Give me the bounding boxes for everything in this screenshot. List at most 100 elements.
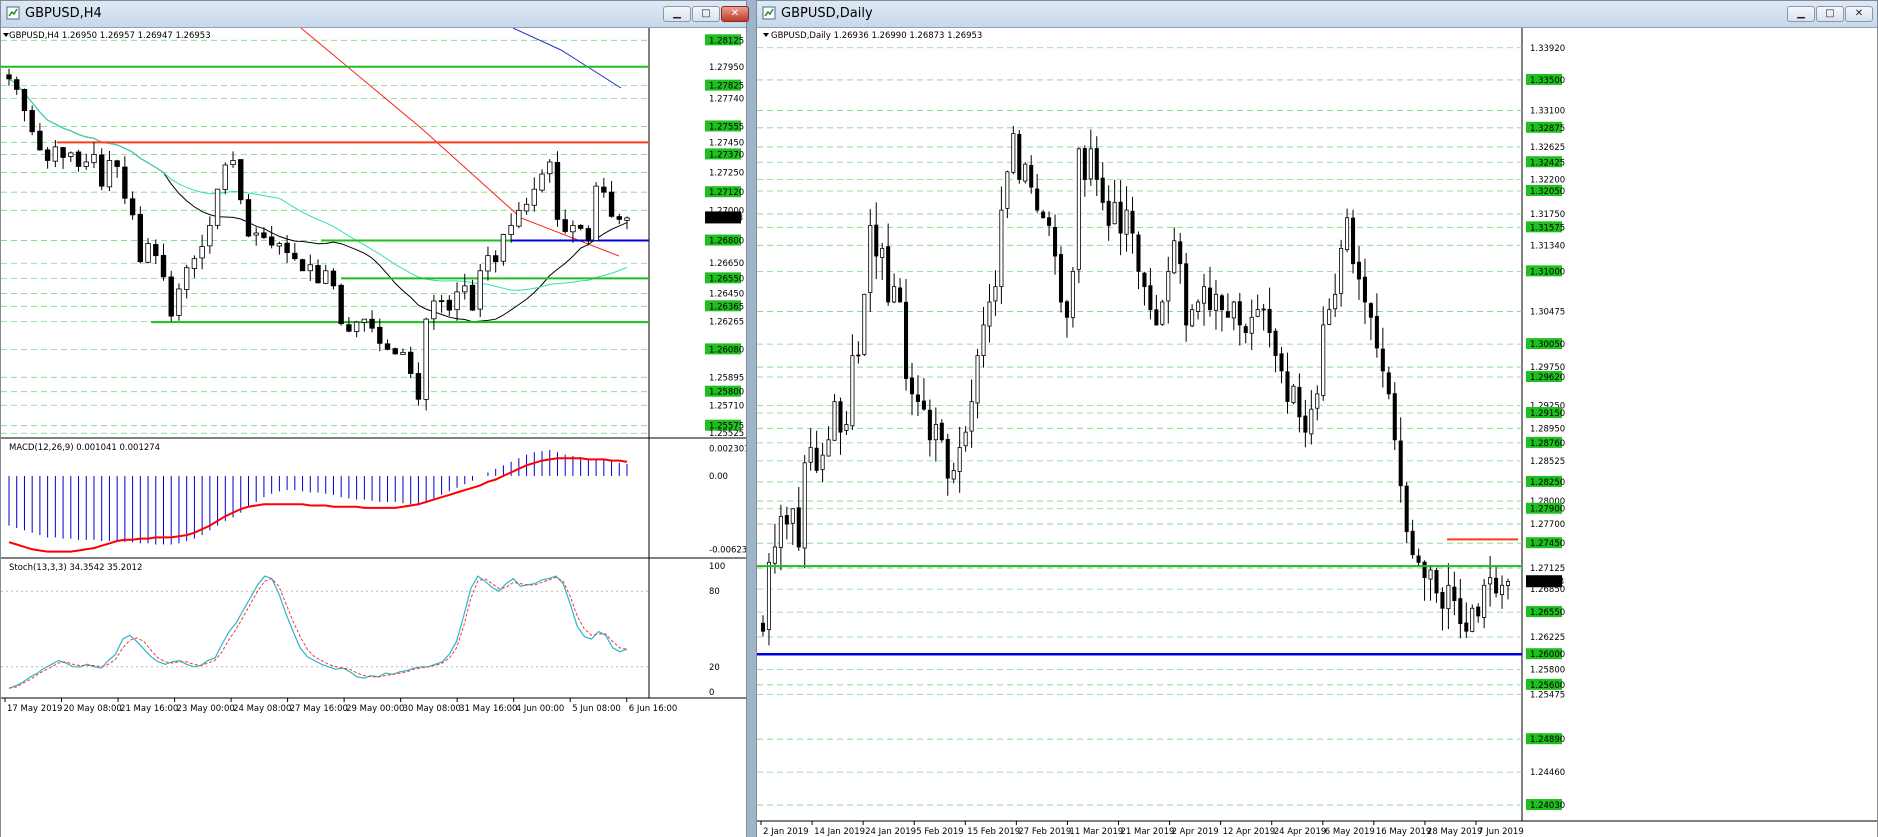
candle-body (981, 324, 986, 357)
candle-body (1184, 263, 1189, 326)
macd-tick-label: -0.006231 (709, 546, 746, 556)
candle-body (1398, 440, 1403, 487)
price-tick-label: 1.24030 (1530, 801, 1565, 811)
candle-body (176, 288, 182, 316)
price-tick-label: 1.26000 (1530, 650, 1565, 660)
price-tick-label: 1.32875 (1530, 124, 1565, 134)
candle-body (191, 258, 198, 269)
candle-body (1202, 286, 1207, 304)
candle-body (1100, 177, 1105, 203)
candle-body (1452, 586, 1457, 602)
price-tick-label: 1.28760 (1530, 439, 1565, 449)
date-tick-label: 6 Jun 16:00 (629, 704, 678, 714)
daily-titlebar[interactable]: GBPUSD,Daily ▁ □ ✕ (757, 1, 1877, 28)
candle-body (1196, 301, 1201, 312)
date-tick-label: 21 Mar 2019 (1121, 827, 1175, 837)
price-tick-label: 1.28125 (709, 36, 744, 46)
minimize-button[interactable]: ▁ (1787, 6, 1815, 22)
price-tick-label: 1.31750 (1530, 210, 1565, 220)
candle-body (1160, 301, 1165, 325)
candle-body (969, 401, 974, 432)
price-tick-label: 1.27740 (709, 94, 744, 104)
chart-window-icon (762, 6, 776, 20)
candle-body (230, 160, 236, 166)
candle-body (1142, 272, 1147, 288)
candle-body (772, 546, 777, 564)
price-tick-label: 1.25800 (1530, 666, 1565, 676)
candle-body (1362, 276, 1367, 303)
close-button[interactable]: ✕ (721, 6, 749, 22)
price-tick-label: 1.26265 (709, 317, 744, 327)
candle-body (585, 228, 592, 241)
h4-chart-canvas[interactable]: 1.28125 1.27950 1.27825 1.27740 1.27555 1.274… (1, 28, 746, 837)
candle-body (1017, 133, 1022, 180)
h4-chart-window[interactable]: GBPUSD,H4 ▁ □ ✕ 1.28125 1.27950 1.27825 1.2… (0, 0, 749, 837)
date-tick-label: 20 May 08:00 (64, 704, 122, 714)
candle-body (1339, 247, 1344, 294)
candle-body (408, 351, 414, 374)
date-tick-label: 14 Jan 2019 (814, 827, 865, 837)
price-tick-label: 1.26650 (709, 259, 744, 269)
price-tick-label: 1.32050 (1530, 187, 1565, 197)
candle-body (137, 213, 144, 263)
candle-body (1219, 295, 1224, 311)
candle-body (129, 198, 136, 216)
date-tick-label: 17 May 2019 (7, 704, 62, 714)
candle-body (106, 160, 113, 188)
price-tick-label: 1.27950 (709, 63, 744, 73)
candle-body (44, 149, 51, 161)
candle-body (1225, 311, 1230, 318)
candle-body (1112, 202, 1117, 225)
daily-background (757, 28, 1877, 837)
candle-body (1237, 301, 1242, 326)
candle-body (500, 234, 507, 262)
candle-body (1327, 309, 1332, 325)
candle-body (477, 270, 483, 310)
date-tick-label: 16 May 2019 (1376, 827, 1431, 837)
stoch-tick-label: 80 (709, 587, 720, 597)
candle-body (999, 209, 1004, 287)
daily-chart-canvas[interactable]: 1.33920 1.33500 1.33100 1.32875 1.32625 1.324… (757, 28, 1877, 837)
candle-body (377, 326, 383, 344)
candle-body (492, 255, 499, 263)
candle-body (1231, 301, 1236, 319)
candle-body (760, 622, 766, 632)
candle-body (886, 246, 891, 303)
candle-body (268, 236, 275, 246)
candle-body (454, 291, 460, 311)
candle-body (423, 318, 429, 400)
minimize-button[interactable]: ▁ (663, 6, 691, 22)
candle-body (1458, 598, 1463, 624)
candle-body (1243, 326, 1248, 334)
candle-body (153, 244, 159, 257)
price-tick-label: 1.29150 (1530, 409, 1565, 419)
candle-body (52, 146, 59, 162)
candle-body (927, 409, 932, 441)
price-tick-label: 1.27120 (709, 188, 744, 198)
maximize-button[interactable]: □ (1816, 6, 1844, 22)
candle-body (1088, 148, 1093, 180)
price-tick-label: 1.33920 (1530, 44, 1565, 54)
candle-body (601, 186, 607, 193)
candle-body (1064, 301, 1069, 318)
candle-body (593, 185, 599, 241)
maximize-button[interactable]: □ (692, 6, 720, 22)
candle-body (862, 293, 867, 355)
daily-chart-window[interactable]: GBPUSD,Daily ▁ □ ✕ 1.33920 1.33500 1.33100… (756, 0, 1878, 837)
candle-body (562, 219, 568, 232)
candle-body (1416, 555, 1421, 563)
candle-body (1035, 188, 1040, 211)
h4-titlebar[interactable]: GBPUSD,H4 ▁ □ ✕ (1, 1, 749, 28)
restore-close-button[interactable]: ✕ (1845, 6, 1873, 22)
stoch-header: Stoch(13,3,3) 34.3542 35.2012 (9, 563, 142, 573)
price-tick-label: 1.25800 (709, 388, 744, 398)
candle-body (933, 424, 938, 441)
candle-body (1076, 148, 1081, 270)
candle-body (1172, 240, 1177, 274)
candle-body (1053, 226, 1058, 257)
candle-body (1267, 308, 1272, 334)
candle-body (1207, 287, 1213, 311)
candle-body (1351, 217, 1356, 265)
candle-body (83, 161, 89, 167)
candle-body (892, 286, 897, 303)
